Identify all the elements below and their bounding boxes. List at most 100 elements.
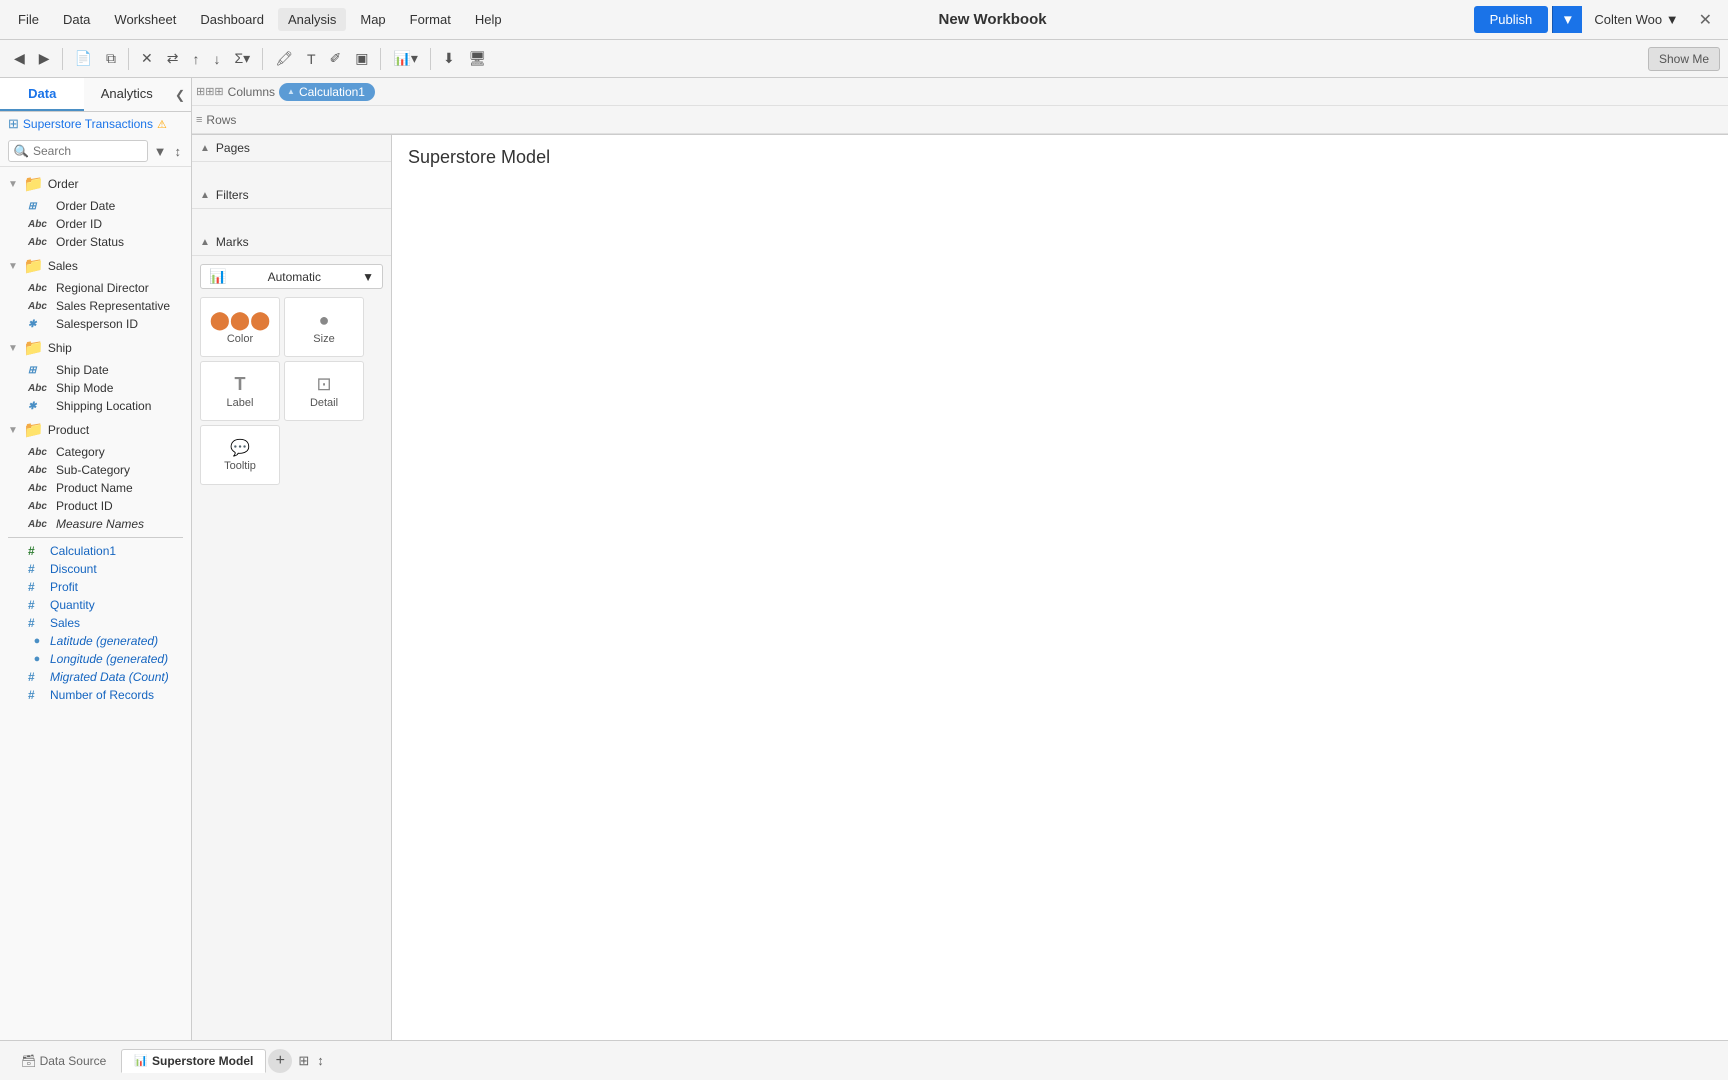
field-profit[interactable]: # Profit (0, 578, 191, 596)
sort-fields-button[interactable]: ↕ (173, 142, 184, 161)
field-discount[interactable]: # Discount (0, 560, 191, 578)
field-calculation1[interactable]: # Calculation1 (0, 542, 191, 560)
filter-button[interactable]: ▼ (152, 142, 169, 161)
menu-analysis[interactable]: Analysis (278, 8, 346, 31)
mark-tooltip-button[interactable]: 💬 Tooltip (200, 425, 280, 485)
publish-dropdown-button[interactable]: ▼ (1552, 6, 1582, 33)
mark-detail-button[interactable]: ⊡ Detail (284, 361, 364, 421)
menu-map[interactable]: Map (350, 8, 395, 31)
duplicate-button[interactable]: ⧉ (100, 46, 122, 71)
size-icon: ● (319, 310, 330, 331)
datasource-name[interactable]: Superstore Transactions (23, 117, 153, 131)
columns-text: Columns (228, 85, 275, 99)
sort-desc-button[interactable]: ↓ (207, 47, 226, 71)
swap-button[interactable]: ⇄ (161, 46, 185, 71)
annotate-button[interactable]: ✐ (324, 46, 348, 71)
menu-data[interactable]: Data (53, 8, 100, 31)
field-sales-rep[interactable]: Abc Sales Representative (0, 297, 191, 315)
menu-worksheet[interactable]: Worksheet (104, 8, 186, 31)
mark-color-button[interactable]: ⬤⬤⬤ Color (200, 297, 280, 357)
chart-type-button[interactable]: 📊▾ (387, 46, 423, 71)
field-name-measure-names: Measure Names (56, 517, 144, 531)
label-button[interactable]: T (301, 47, 322, 71)
tab-data[interactable]: Data (0, 78, 84, 111)
bottom-sort-button[interactable]: ↕ (315, 1051, 326, 1070)
sort-asc-button[interactable]: ↑ (186, 47, 205, 71)
highlight-button[interactable]: 🖍 (269, 46, 299, 71)
present-button[interactable]: 🖥 (463, 46, 493, 71)
field-product-name[interactable]: Abc Product Name (0, 479, 191, 497)
menu-dashboard[interactable]: Dashboard (190, 8, 274, 31)
field-salesperson-id[interactable]: ✱ Salesperson ID (0, 315, 191, 333)
field-order-id[interactable]: Abc Order ID (0, 215, 191, 233)
field-measure-names[interactable]: Abc Measure Names (0, 515, 191, 533)
back-button[interactable]: ◀ (8, 46, 31, 71)
publish-button[interactable]: Publish (1474, 6, 1549, 33)
columns-icon: ⊞⊞⊞ (196, 85, 224, 98)
mark-label-button[interactable]: T Label (200, 361, 280, 421)
field-name-order-status: Order Status (56, 235, 124, 249)
field-longitude[interactable]: ● Longitude (generated) (0, 650, 191, 668)
mark-size-button[interactable]: ● Size (284, 297, 364, 357)
label-icon: T (235, 374, 246, 395)
field-number-of-records[interactable]: # Number of Records (0, 686, 191, 704)
field-type-order-date: ⊞ (28, 201, 52, 212)
menu-file[interactable]: File (8, 8, 49, 31)
group-header-sales[interactable]: ▼ 📁 Sales (0, 253, 191, 279)
marks-body: 📊 Automatic ▼ ⬤⬤⬤ Color (192, 256, 391, 489)
calculation1-pill[interactable]: ▲ Calculation1 (279, 83, 375, 101)
search-area: 🔍 ▼ ↕ (0, 136, 191, 167)
clear-button[interactable]: ✕ (135, 46, 159, 71)
field-quantity[interactable]: # Quantity (0, 596, 191, 614)
menu-format[interactable]: Format (400, 8, 461, 31)
rows-shelf: ≡ Rows (192, 106, 1728, 134)
detail-icon: ⊡ (316, 374, 331, 395)
field-type-profit: # (28, 580, 46, 594)
field-name-product-name: Product Name (56, 481, 133, 495)
show-me-button[interactable]: Show Me (1648, 47, 1720, 71)
field-order-status[interactable]: Abc Order Status (0, 233, 191, 251)
pages-header[interactable]: ▲ Pages (192, 135, 391, 162)
field-ship-date[interactable]: ⊞ Ship Date (0, 361, 191, 379)
rows-text: Rows (206, 113, 236, 127)
marks-dropdown-label: Automatic (268, 270, 321, 284)
database-icon: 🗃 (21, 1054, 36, 1068)
new-worksheet-button[interactable]: 📄 (69, 46, 98, 71)
datasource-tab[interactable]: 🗃 Data Source (8, 1049, 119, 1073)
field-type-sub-category: Abc (28, 465, 52, 476)
field-regional-director[interactable]: Abc Regional Director (0, 279, 191, 297)
menu-help[interactable]: Help (465, 8, 512, 31)
frame-button[interactable]: ▣ (349, 46, 374, 71)
field-sales[interactable]: # Sales (0, 614, 191, 632)
field-latitude[interactable]: ● Latitude (generated) (0, 632, 191, 650)
pages-label: Pages (216, 141, 250, 155)
canvas-body[interactable] (392, 168, 1728, 1040)
field-migrated-data[interactable]: # Migrated Data (Count) (0, 668, 191, 686)
close-button[interactable]: ✕ (1691, 6, 1720, 34)
field-ship-mode[interactable]: Abc Ship Mode (0, 379, 191, 397)
marks-type-dropdown[interactable]: 📊 Automatic ▼ (200, 264, 383, 289)
forward-button[interactable]: ▶ (33, 46, 56, 71)
group-header-order[interactable]: ▼ 📁 Order (0, 171, 191, 197)
download-button[interactable]: ⬇ (437, 46, 461, 71)
add-sheet-button[interactable]: + (268, 1049, 292, 1073)
field-product-id[interactable]: Abc Product ID (0, 497, 191, 515)
group-header-product[interactable]: ▼ 📁 Product (0, 417, 191, 443)
sum-button[interactable]: Σ▾ (228, 46, 256, 71)
tab-analytics[interactable]: Analytics (84, 78, 168, 111)
collapse-panel-button[interactable]: ❮ (169, 78, 191, 111)
bottom-add-sheet2-button[interactable]: ⊞ (296, 1051, 311, 1071)
field-name-quantity: Quantity (50, 598, 95, 612)
filters-header[interactable]: ▲ Filters (192, 182, 391, 209)
group-product: ▼ 📁 Product Abc Category Abc Sub-Categor… (0, 417, 191, 533)
group-header-ship[interactable]: ▼ 📁 Ship (0, 335, 191, 361)
field-category[interactable]: Abc Category (0, 443, 191, 461)
field-sub-category[interactable]: Abc Sub-Category (0, 461, 191, 479)
marks-header[interactable]: ▲ Marks (192, 229, 391, 256)
sheet-tab-superstore-model[interactable]: 📊 Superstore Model (121, 1049, 266, 1073)
field-order-date[interactable]: ⊞ Order Date (0, 197, 191, 215)
field-name-latitude: Latitude (generated) (50, 634, 158, 648)
field-shipping-location[interactable]: ✱ Shipping Location (0, 397, 191, 415)
filters-label: Filters (216, 188, 249, 202)
field-name-sales-rep: Sales Representative (56, 299, 170, 313)
